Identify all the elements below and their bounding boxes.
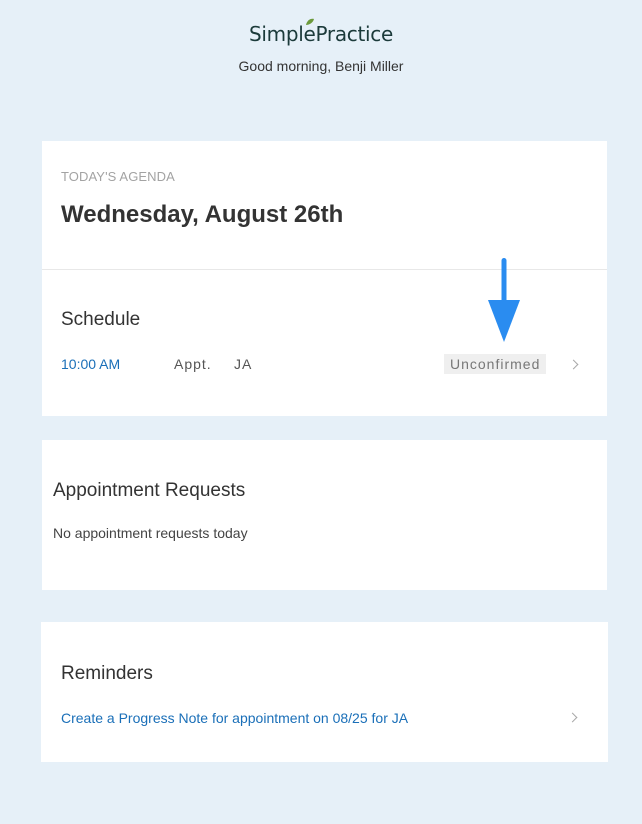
- chevron-right-icon[interactable]: [568, 359, 579, 370]
- arrow-down-icon: [488, 258, 520, 342]
- reminders-title: Reminders: [61, 663, 153, 684]
- appointment-requests-card: Appointment Requests No appointment requ…: [42, 440, 607, 590]
- reminders-card: Reminders Create a Progress Note for app…: [41, 622, 608, 762]
- appointment-type: Appt.: [174, 356, 212, 372]
- reminder-progress-note-link[interactable]: Create a Progress Note for appointment o…: [61, 710, 408, 726]
- status-badge[interactable]: Unconfirmed: [444, 354, 547, 374]
- requests-title: Appointment Requests: [53, 480, 246, 501]
- appointment-time[interactable]: 10:00 AM: [61, 356, 120, 372]
- appointment-row[interactable]: 10:00 AM Appt. JA Unconfirmed: [61, 354, 587, 376]
- brand-name: SimplePractice: [249, 22, 393, 46]
- divider: [42, 269, 607, 270]
- requests-empty-text: No appointment requests today: [53, 525, 248, 541]
- app-header: SimplePractice Good morning, Benji Mille…: [0, 18, 642, 74]
- leaf-icon: [306, 18, 314, 25]
- agenda-date: Wednesday, August 26th: [61, 201, 344, 228]
- greeting-text: Good morning, Benji Miller: [238, 58, 404, 74]
- appointment-client: JA: [234, 356, 253, 372]
- schedule-title: Schedule: [61, 309, 141, 330]
- chevron-right-icon[interactable]: [567, 712, 578, 723]
- brand-logo: SimplePractice: [249, 18, 393, 46]
- todays-agenda-card: TODAY'S AGENDA Wednesday, August 26th Sc…: [42, 141, 607, 416]
- agenda-label: TODAY'S AGENDA: [61, 169, 175, 184]
